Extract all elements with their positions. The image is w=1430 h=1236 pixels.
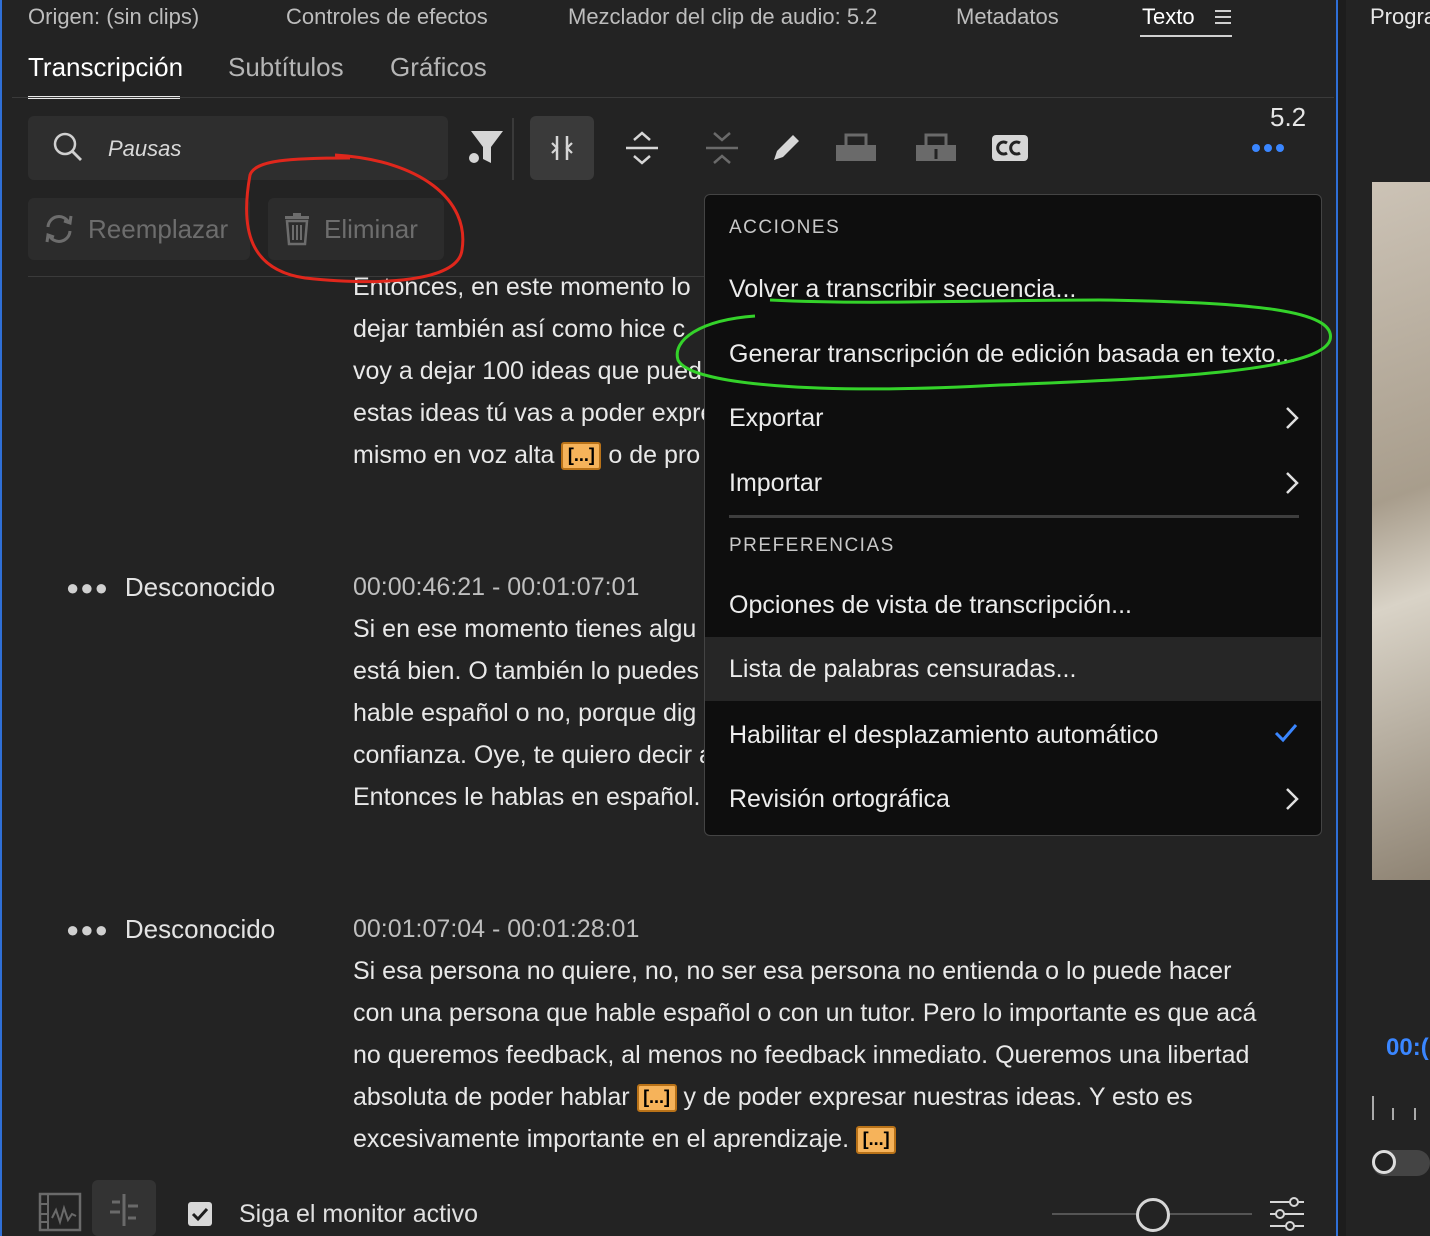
follow-monitor-label: Siga el monitor activo xyxy=(239,1200,479,1228)
active-tab-indicator xyxy=(1140,35,1232,37)
transcript-line: absoluta de poder hablar [...] y de pode… xyxy=(353,1083,1193,1113)
replace-label: Reemplazar xyxy=(88,213,229,244)
menu-section-preferences: PREFERENCIAS xyxy=(729,535,895,556)
transcript-segment[interactable]: 00:01:07:04 - 00:01:28:01 Si esa persona… xyxy=(353,908,1313,1160)
filter-icon xyxy=(469,131,503,163)
menu-divider xyxy=(729,515,1299,518)
program-monitor-panel: Progra 00:( xyxy=(1346,0,1430,1236)
sync-button[interactable] xyxy=(92,1180,156,1236)
chevron-right-icon xyxy=(1286,407,1299,429)
trash-icon xyxy=(285,213,309,246)
panel-menu-icon[interactable] xyxy=(1215,10,1231,26)
menu-section-actions: ACCIONES xyxy=(729,217,841,238)
subtab-captions[interactable]: Subtítulos xyxy=(228,52,344,83)
collapse-vertical-icon xyxy=(706,132,738,164)
follow-monitor-checkbox[interactable] xyxy=(188,1202,212,1226)
menu-item-view-options[interactable]: Opciones de vista de transcripción... xyxy=(705,573,1321,637)
transcript-line: excesivamente importante en el aprendiza… xyxy=(353,1118,1313,1160)
split-icon xyxy=(551,136,573,160)
speaker-label[interactable]: ●●● Desconocido xyxy=(66,914,275,945)
transcript-options-menu: ACCIONES Volver a transcribir secuencia.… xyxy=(704,194,1322,836)
merge-speaker-button[interactable] xyxy=(904,116,968,180)
settings-sliders-icon[interactable] xyxy=(1268,1196,1306,1232)
filmstrip-audio-icon[interactable] xyxy=(38,1190,82,1232)
search-icon xyxy=(53,132,82,161)
sync-segments-icon xyxy=(110,1194,138,1226)
text-panel: Origen: (sin clips) Controles de efectos… xyxy=(0,0,1338,1236)
toolbar-separator xyxy=(512,118,514,180)
menu-item-retranscribe[interactable]: Volver a transcribir secuencia... xyxy=(705,257,1321,321)
search-input[interactable] xyxy=(106,116,440,182)
transcript-line: Si esa persona no quiere, no, no ser esa… xyxy=(353,957,1232,985)
menu-item-autoscroll[interactable]: Habilitar el desplazamiento automático xyxy=(705,703,1321,767)
speaker-label[interactable]: ●●● Desconocido xyxy=(66,572,275,603)
tab-metadata[interactable]: Metadatos xyxy=(956,4,1059,30)
replace-button[interactable]: Reemplazar xyxy=(28,198,250,260)
checkmark-icon xyxy=(1274,724,1298,743)
bottom-bar: Siga el monitor activo xyxy=(2,1180,1336,1236)
chevron-right-icon xyxy=(1286,472,1299,494)
program-monitor-title[interactable]: Progra xyxy=(1370,4,1430,30)
panel-tab-bar: Origen: (sin clips) Controles de efectos… xyxy=(2,0,1336,38)
refresh-icon xyxy=(45,215,73,243)
collapse-button[interactable] xyxy=(690,116,754,180)
delete-label: Eliminar xyxy=(324,213,418,244)
subtab-graphics[interactable]: Gráficos xyxy=(390,52,487,83)
pause-marker[interactable]: [...] xyxy=(636,1084,677,1113)
speaker-button[interactable] xyxy=(824,116,888,180)
cc-icon xyxy=(992,135,1028,161)
pencil-icon xyxy=(774,135,799,160)
menu-item-import[interactable]: Importar xyxy=(705,451,1321,515)
menu-item-export[interactable]: Exportar xyxy=(705,386,1321,450)
text-subtab-bar: Transcripción Subtítulos Gráficos 5.2 xyxy=(2,50,1336,132)
pause-marker[interactable]: [...] xyxy=(561,442,602,471)
speaker-block-icon xyxy=(836,133,876,161)
tab-divider xyxy=(12,97,1334,98)
expand-button[interactable] xyxy=(610,116,674,180)
playback-scrollbar[interactable] xyxy=(1372,1150,1430,1176)
tab-source[interactable]: Origen: (sin clips) xyxy=(28,4,199,30)
pause-marker[interactable]: [...] xyxy=(856,1126,897,1155)
create-captions-button[interactable] xyxy=(978,116,1042,180)
video-preview[interactable] xyxy=(1372,182,1430,880)
split-segment-button[interactable] xyxy=(530,116,594,180)
segment-timecode: 00:01:07:04 - 00:01:28:01 xyxy=(353,915,640,943)
more-dots-icon xyxy=(1252,144,1284,152)
menu-item-censored-words[interactable]: Lista de palabras censuradas... xyxy=(705,637,1321,701)
tab-text[interactable]: Texto xyxy=(1142,4,1195,30)
program-timecode[interactable]: 00:( xyxy=(1386,1034,1429,1062)
chevron-right-icon xyxy=(1286,788,1299,810)
expand-vertical-icon xyxy=(626,131,658,165)
search-box[interactable] xyxy=(28,116,448,182)
speaker-options-icon[interactable]: ●●● xyxy=(66,917,109,943)
timeline-ruler xyxy=(1372,1096,1430,1122)
tab-audio-clip-mixer[interactable]: Mezclador del clip de audio: 5.2 xyxy=(568,4,877,30)
transcript-line: no queremos feedback, al menos no feedba… xyxy=(353,1041,1250,1069)
speaker-options-icon[interactable]: ●●● xyxy=(66,575,109,601)
tab-effect-controls[interactable]: Controles de efectos xyxy=(286,4,488,30)
transcript-line: con una persona que hable español o con … xyxy=(353,999,1257,1027)
checkbox-check-icon xyxy=(191,1207,209,1222)
zoom-slider-thumb[interactable] xyxy=(1136,1198,1170,1232)
menu-item-generate-transcript[interactable]: Generar transcripción de edición basada … xyxy=(705,322,1321,386)
delete-button[interactable]: Eliminar xyxy=(268,198,444,260)
filter-button[interactable] xyxy=(450,116,514,180)
subtab-transcription[interactable]: Transcripción xyxy=(28,52,183,83)
merge-block-icon xyxy=(916,133,956,161)
menu-item-spellcheck[interactable]: Revisión ortográfica xyxy=(705,767,1321,831)
more-options-button[interactable] xyxy=(1236,116,1300,180)
edit-button[interactable] xyxy=(754,116,818,180)
